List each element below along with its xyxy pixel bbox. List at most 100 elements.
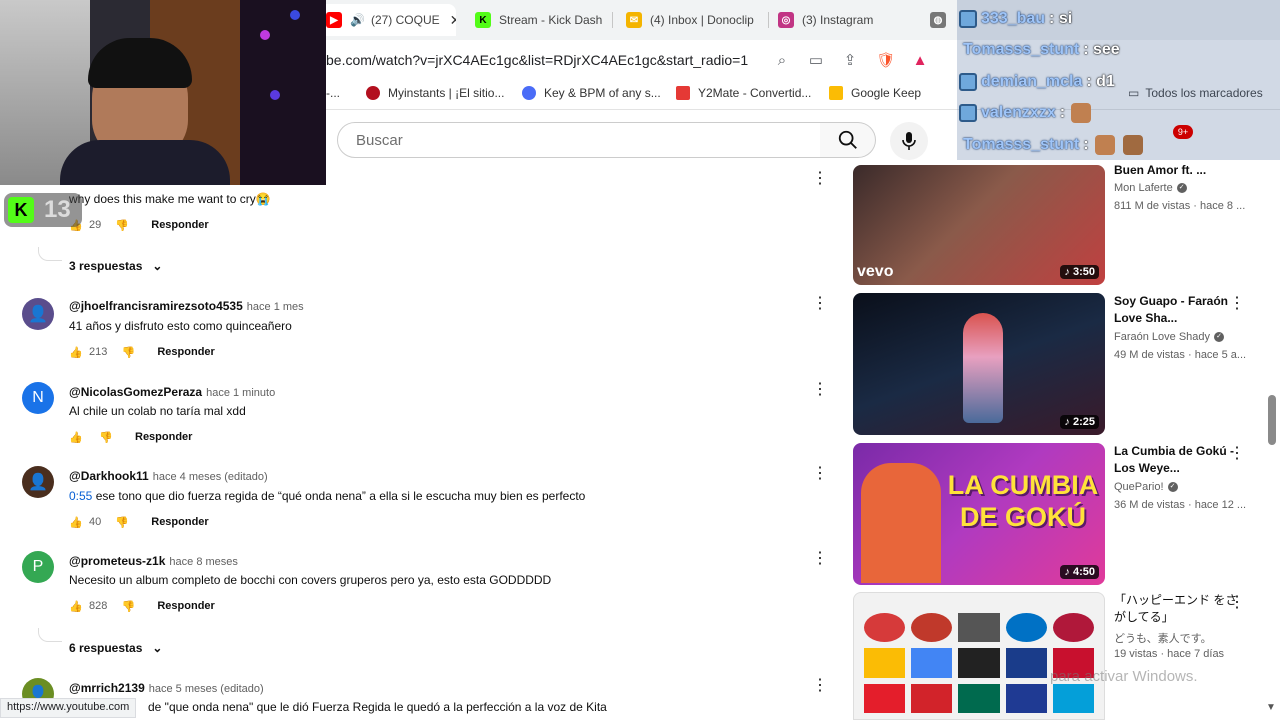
comment-menu-icon[interactable]: ⋮ [812,676,828,696]
chat-text: : [1083,136,1089,153]
comment-author[interactable]: @jhoelfrancisramirezsoto4535 [69,299,243,313]
scroll-down-arrow-icon[interactable]: ▼ [1266,702,1276,713]
myinstants-icon [366,86,380,100]
google-keep-icon [829,86,843,100]
comment-text: de "que onda nena" que le dió Fuerza Reg… [148,700,607,714]
comment-text: why does this make me want to cry😭 [69,192,271,206]
cast-icon[interactable]: ▭ [806,50,826,70]
avatar[interactable]: N [22,382,54,414]
tab-more[interactable]: ◍ [930,4,950,36]
reply-button[interactable]: Responder [157,346,214,358]
channel-name[interactable]: Faraón Love Shady ✓ [1114,331,1225,343]
comment-time[interactable]: hace 1 minuto [206,387,275,399]
like-icon[interactable]: 👍 [69,515,83,529]
like-icon[interactable]: 👍 [69,345,83,359]
comment-text: Necesito un album completo de bocchi con… [69,573,552,587]
tab-label: (3) Instagram [802,13,874,27]
video-title[interactable]: Soy Guapo - Faraón Love Sha... [1114,293,1234,327]
comment-time[interactable]: hace 4 meses (editado) [153,471,268,483]
recommended-video[interactable]: 「ハッピーエンド をさがしてる」 どうも、素人です。 19 vistas · h… [853,592,1263,720]
bookmark-y2mate[interactable]: Y2Mate - Convertid... [676,86,811,100]
chat-username: 333_bau [981,10,1046,27]
channel-name[interactable]: QuePario! ✓ [1114,481,1178,493]
bookmark-google-keep[interactable]: Google Keep [829,86,921,100]
dislike-icon[interactable]: 👎 [115,218,129,232]
reply-button[interactable]: Responder [135,431,192,443]
video-thumbnail[interactable]: LA CUMBIA DE GOKÚ ♪ 4:50 [853,443,1105,585]
brave-shield-icon[interactable]: 🛡 [876,50,896,70]
tab-donoclip[interactable]: ✉ (4) Inbox | Donoclip [626,4,766,36]
comment-menu-icon[interactable]: ⋮ [812,380,828,400]
verified-icon: ✓ [1176,183,1187,193]
like-icon[interactable]: 👍 [69,430,83,444]
recommended-video[interactable]: LA CUMBIA DE GOKÚ ♪ 4:50 La Cumbia de Go… [853,443,1263,585]
video-thumbnail[interactable]: ♪ 2:25 [853,293,1105,435]
comment-author-line: @Darkhook11 hace 4 meses (editado) [69,469,268,483]
video-menu-icon[interactable]: ⋮ [1229,443,1245,463]
scrollbar-thumb[interactable] [1268,395,1276,445]
like-icon[interactable]: 👍 [69,599,83,613]
bookmark-myinstants[interactable]: Myinstants | ¡El sitio... [366,86,504,100]
comment-menu-icon[interactable]: ⋮ [812,549,828,569]
avatar[interactable]: 👤 [22,298,54,330]
share-icon[interactable]: ⇪ [840,50,860,70]
brave-rewards-icon[interactable]: ▲ [910,50,930,70]
notification-count-badge[interactable]: 9+ [1173,125,1193,139]
dislike-icon[interactable]: 👎 [99,430,113,444]
comment-author[interactable]: @NicolasGomezPeraza [69,385,202,399]
avatar[interactable]: 👤 [22,466,54,498]
address-bar-url[interactable]: be.com/watch?v=jrXC4AEc1gc&list=RDjrXC4A… [326,52,748,68]
comment-time[interactable]: hace 5 meses (editado) [149,683,264,695]
tab-kick[interactable]: K Stream - Kick Dash [475,4,605,36]
reply-button[interactable]: Responder [151,219,208,231]
comment-menu-icon[interactable]: ⋮ [812,169,828,189]
video-title[interactable]: Buen Amor ft. ... [1114,162,1234,179]
search-input[interactable] [354,123,794,157]
avatar[interactable]: P [22,551,54,583]
webcam-overlay [0,0,326,185]
stream-chat-overlay: 333_bau : si Tomasss_stunt : see demian_… [957,0,1280,160]
comment-author[interactable]: @mrrich2139 [69,681,145,695]
reply-button[interactable]: Responder [157,600,214,612]
video-title[interactable]: La Cumbia de Gokú - Los Weye... [1114,443,1234,477]
chevron-down-icon: ⌄ [152,259,163,273]
bookmark-key-bpm[interactable]: Key & BPM of any s... [522,86,661,100]
comment-timestamp-link[interactable]: 0:55 [69,489,92,503]
comment-item: P @prometeus-z1k hace 8 meses Necesito un… [0,549,840,631]
comment-menu-icon[interactable]: ⋮ [812,294,828,314]
video-title[interactable]: 「ハッピーエンド をさがしてる」 [1114,592,1244,626]
video-thumbnail[interactable]: vevo ♪ 3:50 [853,165,1105,285]
comment-time[interactable]: hace 1 mes [247,301,304,313]
bookmark-item[interactable]: -... [326,86,340,100]
dislike-icon[interactable]: 👎 [115,515,129,529]
recommended-video[interactable]: ♪ 2:25 Soy Guapo - Faraón Love Sha... Fa… [853,293,1263,435]
audio-playing-icon[interactable]: 🔊 [350,13,365,27]
channel-name[interactable]: Mon Laferte ✓ [1114,182,1187,194]
chat-message: Tomasss_stunt : see [957,36,1280,64]
dislike-icon[interactable]: 👎 [121,599,136,613]
chat-text: : see [1083,41,1120,58]
reply-button[interactable]: Responder [151,516,208,528]
video-menu-icon[interactable]: ⋮ [1229,293,1245,313]
comment-text: 41 años y disfruto esto como quinceañero [69,319,292,333]
video-thumbnail[interactable] [853,592,1105,720]
comment-author[interactable]: @Darkhook11 [69,469,149,483]
chat-username: valenzxzx [981,104,1056,121]
close-tab-icon[interactable]: ✕ [450,12,456,29]
comment-item: 👤 @Darkhook11 hace 4 meses (editado) 0:55… [0,464,840,546]
chevron-down-icon: ⌄ [152,641,163,655]
channel-name[interactable]: どうも、素人です。 [1114,630,1212,646]
comment-time[interactable]: hace 8 meses [169,556,237,568]
dislike-icon[interactable]: 👎 [121,345,136,359]
comment-author[interactable]: @prometeus-z1k [69,554,165,568]
tab-instagram[interactable]: ◎ (3) Instagram [778,4,908,36]
replies-toggle[interactable]: 6 respuestas ⌄ [69,641,162,655]
chat-message: demian_mcla : d1 [957,68,1280,96]
tab-youtube[interactable]: ▶ 🔊 (27) COQUE ✕ [316,4,456,36]
search-box [337,122,821,158]
comment-menu-icon[interactable]: ⋮ [812,464,828,484]
zoom-icon[interactable]: ⌕ [772,50,792,70]
video-menu-icon[interactable]: ⋮ [1229,592,1245,612]
replies-toggle[interactable]: 3 respuestas ⌄ [69,259,162,273]
recommended-video[interactable]: vevo ♪ 3:50 Buen Amor ft. ... Mon Lafert… [853,144,1263,286]
